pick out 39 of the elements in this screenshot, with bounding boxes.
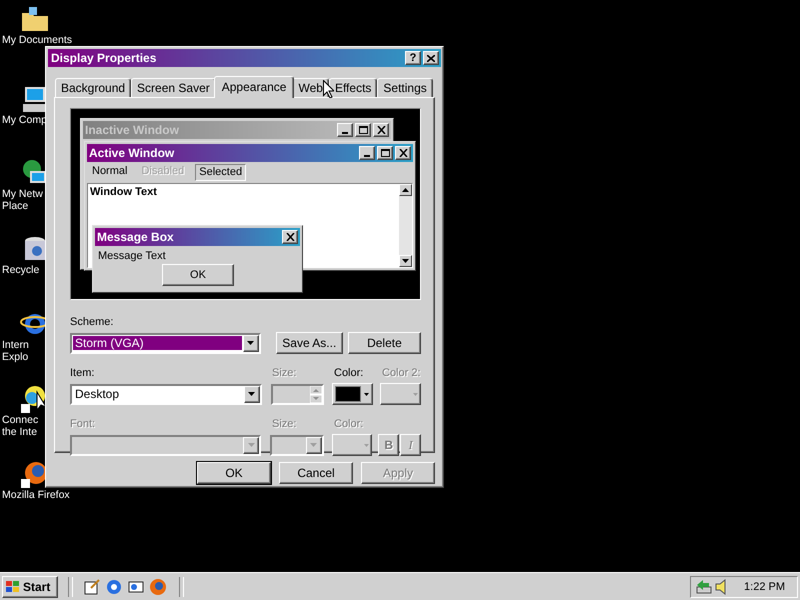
tab[interactable]: Screen Saver [131,78,216,97]
tab[interactable]: Background [55,78,132,97]
window-title: Active Window [89,146,176,160]
field-label: Font: [70,418,96,431]
delete-button[interactable]: Delete [348,332,421,354]
tab[interactable]: Settings [377,78,433,97]
icon-label: Place [1,200,28,212]
icon-label: My Documents [1,34,72,46]
menu-item[interactable]: Normal [89,164,130,181]
menu-item[interactable]: Selected [195,164,246,181]
window-title: Message Box [97,230,175,244]
icon-label: Explo [1,351,28,363]
window-text: Window Text [89,185,158,200]
icon-label: My Netw [1,188,43,200]
field-label: Color: [334,418,364,431]
icon-label: Connec [1,414,38,426]
dialog-button[interactable]: Cancel [279,462,353,484]
window-title: Display Properties [51,51,158,65]
icon-label: Intern [1,339,29,351]
tab[interactable]: Appearance [214,76,294,98]
field-label: Scheme: [70,316,114,329]
ok-button[interactable]: OK [162,264,234,286]
field-label: Color: [334,367,364,380]
item-dropdown[interactable]: Desktop [70,384,262,404]
field-label: Item: [70,367,96,380]
message-text: Message Text [97,249,167,264]
save-as-button[interactable]: Save As... [276,332,343,354]
icon-label: the Inte [1,426,38,438]
field-label: Size: [272,418,298,431]
dialog-button[interactable]: OK [197,462,271,484]
help-button[interactable]: ? [405,51,421,65]
field-label: Size: [272,367,298,380]
start-button[interactable]: Start [2,576,58,598]
icon-label: Recycle [1,264,40,276]
icon-label: Mozilla Firefox [1,489,70,501]
window-title: Inactive Window [85,123,180,137]
clock: 1:22 PM [744,580,785,592]
field-label: Color 2: [382,367,421,380]
scheme-dropdown[interactable]: Storm (VGA) [70,332,261,354]
